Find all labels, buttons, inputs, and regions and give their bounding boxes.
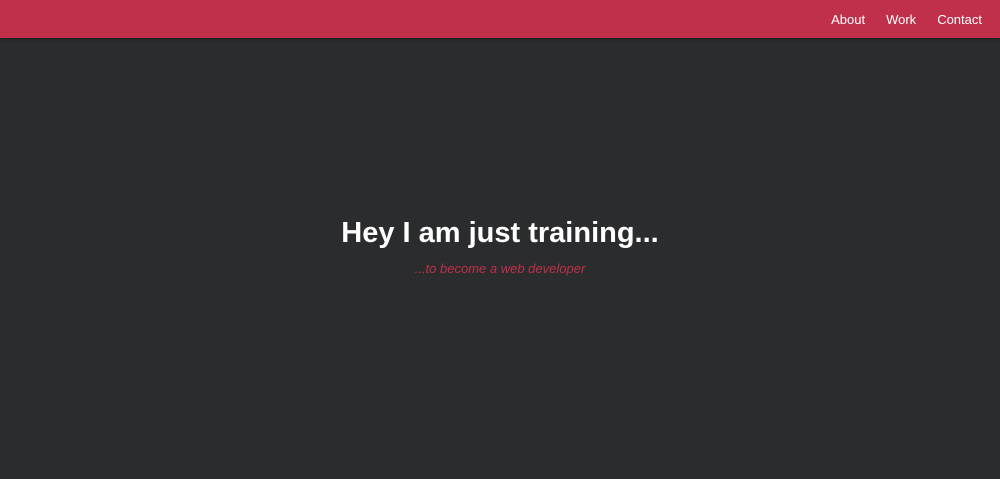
nav-links: About Work Contact (831, 0, 982, 38)
nav-link-contact[interactable]: Contact (937, 13, 982, 26)
top-navbar: About Work Contact (0, 0, 1000, 38)
hero-subtitle: ...to become a web developer (414, 261, 586, 276)
nav-link-about[interactable]: About (831, 13, 865, 26)
hero-section: Hey I am just training... ...to become a… (0, 38, 1000, 479)
nav-link-work[interactable]: Work (886, 13, 916, 26)
hero-title: Hey I am just training... (341, 217, 659, 249)
